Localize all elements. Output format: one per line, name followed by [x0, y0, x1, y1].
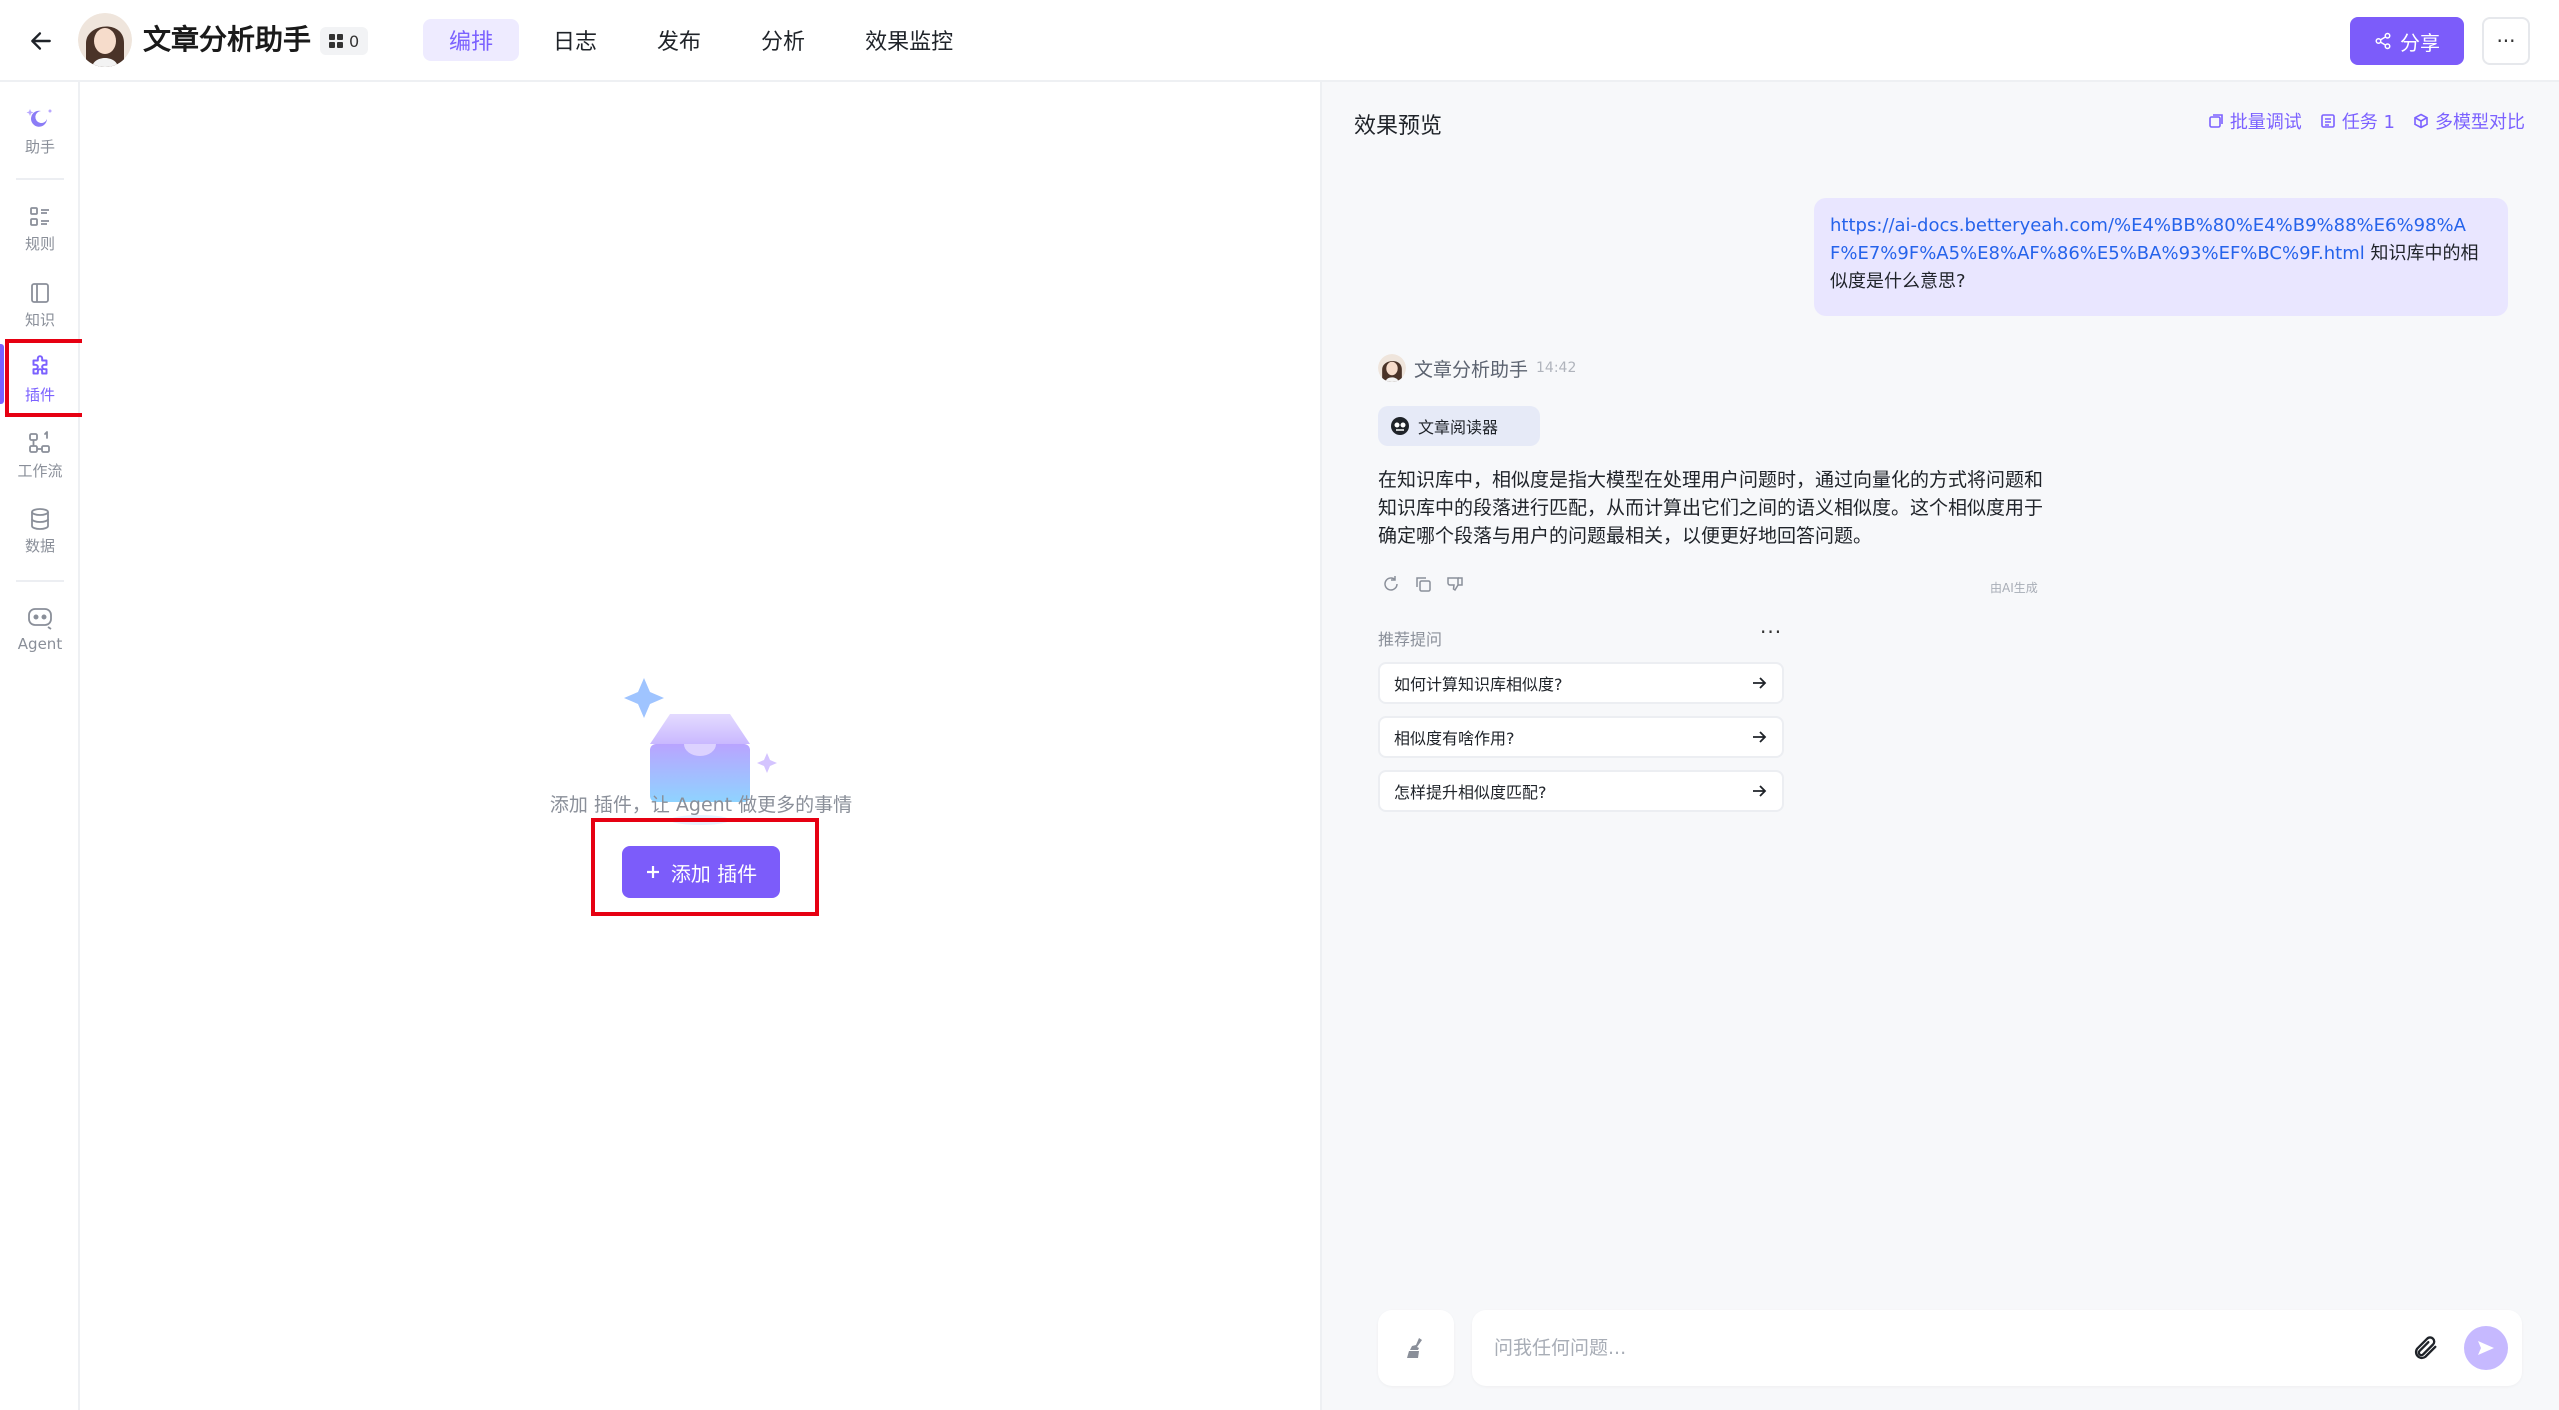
rules-icon: [30, 206, 49, 226]
suggested-question[interactable]: 相似度有啥作用?: [1378, 716, 1784, 758]
arrow-right-icon: [1753, 785, 1767, 797]
suggested-question-text: 相似度有啥作用?: [1394, 729, 1515, 748]
sidebar-item-workflow[interactable]: 工作流: [0, 422, 80, 488]
sidebar-divider: [16, 178, 64, 180]
send-button[interactable]: [2464, 1326, 2508, 1370]
sidebar-item-label: 助手: [24, 137, 55, 156]
tasks-button[interactable]: 任务 1: [2320, 108, 2395, 134]
suggested-question-text: 怎样提升相似度匹配?: [1394, 783, 1547, 802]
sidebar-item-label: 知识: [24, 310, 55, 329]
preview-panel: 效果预览 批量调试 任务 1 多模型对比 https://ai-docs.bet…: [1320, 82, 2559, 1410]
batch-debug-label: 批量调试: [2229, 112, 2302, 133]
preview-actions: 批量调试 任务 1 多模型对比: [2208, 108, 2525, 134]
plus-icon: [646, 866, 659, 878]
share-icon: [2375, 32, 2391, 50]
tab-analytics[interactable]: 分析: [735, 19, 831, 61]
copy-icon[interactable]: [1414, 575, 1432, 593]
suggested-questions-title: 推荐提问: [1378, 630, 1443, 649]
preview-title: 效果预览: [1354, 114, 1443, 139]
empty-state-text: 添加 插件，让 Agent 做更多的事情: [549, 794, 853, 816]
tab-publish[interactable]: 发布: [631, 19, 727, 61]
batch-debug-button[interactable]: 批量调试: [2208, 108, 2302, 134]
message-toolbar: [1382, 575, 1464, 593]
regenerate-icon[interactable]: [1382, 575, 1400, 593]
share-label: 分享: [2400, 30, 2440, 55]
left-sidebar: 助手 规则 知识 插件 工作流 数据 Agent: [0, 82, 80, 1410]
database-icon: [31, 507, 49, 530]
task-list-icon: [2321, 114, 2335, 128]
sidebar-item-label: 工作流: [17, 461, 63, 480]
bot-avatar: [1378, 354, 1406, 382]
arrow-right-icon: [1753, 677, 1767, 689]
app-title: 文章分析助手: [143, 23, 312, 56]
chat-input[interactable]: [1494, 1328, 2354, 1368]
assistant-icon: [26, 108, 52, 127]
send-icon: [2478, 1341, 2494, 1355]
back-arrow-icon[interactable]: [22, 22, 60, 60]
cube-icon: [2414, 113, 2428, 129]
bot-answer-text: 在知识库中，相似度是指大模型在处理用户问题时，通过向量化的方式将问题和知识库中的…: [1378, 469, 2044, 547]
knowledge-icon: [31, 282, 49, 303]
tab-orchestrate[interactable]: 编排: [423, 19, 520, 61]
sidebar-item-data[interactable]: 数据: [0, 498, 80, 564]
suggested-question[interactable]: 如何计算知识库相似度?: [1378, 662, 1784, 704]
add-plugin-button[interactable]: 添加 插件: [622, 846, 780, 898]
arrow-right-icon: [1753, 731, 1767, 743]
reader-icon: [1391, 417, 1409, 435]
agent-count-badge[interactable]: 0: [320, 27, 368, 55]
batch-icon: [2209, 114, 2223, 128]
workflow-icon: [29, 430, 50, 453]
suggested-question-text: 如何计算知识库相似度?: [1394, 675, 1563, 694]
multi-model-label: 多模型对比: [2435, 112, 2525, 133]
suggestions-more-button[interactable]: ···: [1760, 620, 1782, 644]
paperclip-icon[interactable]: [2412, 1334, 2440, 1362]
sidebar-item-label: 规则: [24, 234, 55, 253]
badge-count: 0: [349, 31, 360, 51]
plugin-icon: [32, 354, 48, 374]
sidebar-item-label: Agent: [17, 635, 63, 653]
tab-monitoring[interactable]: 效果监控: [839, 19, 979, 61]
tool-call-chip[interactable]: 文章阅读器: [1378, 406, 1540, 446]
assistant-avatar: [78, 13, 132, 67]
sidebar-item-knowledge[interactable]: 知识: [0, 272, 80, 338]
broom-icon: [1407, 1338, 1422, 1358]
sidebar-item-label: 插件: [24, 385, 55, 404]
main-tabs: 编排 日志 发布 分析 效果监控: [423, 19, 979, 61]
agent-icon: [28, 608, 52, 630]
plugin-editor-panel: [82, 82, 1320, 1410]
bot-name: 文章分析助手: [1414, 358, 1529, 381]
ai-generated-note: 由AI生成: [1990, 581, 2038, 595]
tasks-label: 任务 1: [2341, 112, 2395, 133]
sidebar-item-assistant[interactable]: 助手: [0, 98, 80, 164]
more-options-button[interactable]: ···: [2482, 17, 2530, 65]
apps-icon: [329, 34, 343, 48]
suggested-question[interactable]: 怎样提升相似度匹配?: [1378, 770, 1784, 812]
clear-context-button[interactable]: [1378, 1310, 1454, 1386]
chat-composer: [1472, 1310, 2522, 1386]
tool-call-label: 文章阅读器: [1418, 418, 1499, 437]
top-bar: 文章分析助手 0 编排 日志 发布 分析 效果监控 分享 ···: [0, 0, 2559, 82]
thumbs-down-icon[interactable]: [1446, 575, 1464, 593]
sidebar-item-label: 数据: [24, 536, 55, 555]
tab-logs[interactable]: 日志: [527, 19, 623, 61]
sidebar-item-plugins[interactable]: 插件: [0, 346, 80, 412]
add-plugin-label: 添加 插件: [670, 861, 758, 886]
sidebar-divider: [16, 580, 64, 582]
bot-timestamp: 14:42: [1536, 360, 1577, 376]
user-message-bubble: https://ai-docs.betteryeah.com/%E4%BB%80…: [1814, 198, 2508, 316]
multi-model-compare-button[interactable]: 多模型对比: [2413, 108, 2525, 134]
share-button[interactable]: 分享: [2350, 17, 2464, 65]
sidebar-item-rules[interactable]: 规则: [0, 196, 80, 262]
bot-message-header: 文章分析助手 14:42: [1378, 354, 1576, 382]
sidebar-item-agent[interactable]: Agent: [0, 596, 80, 662]
